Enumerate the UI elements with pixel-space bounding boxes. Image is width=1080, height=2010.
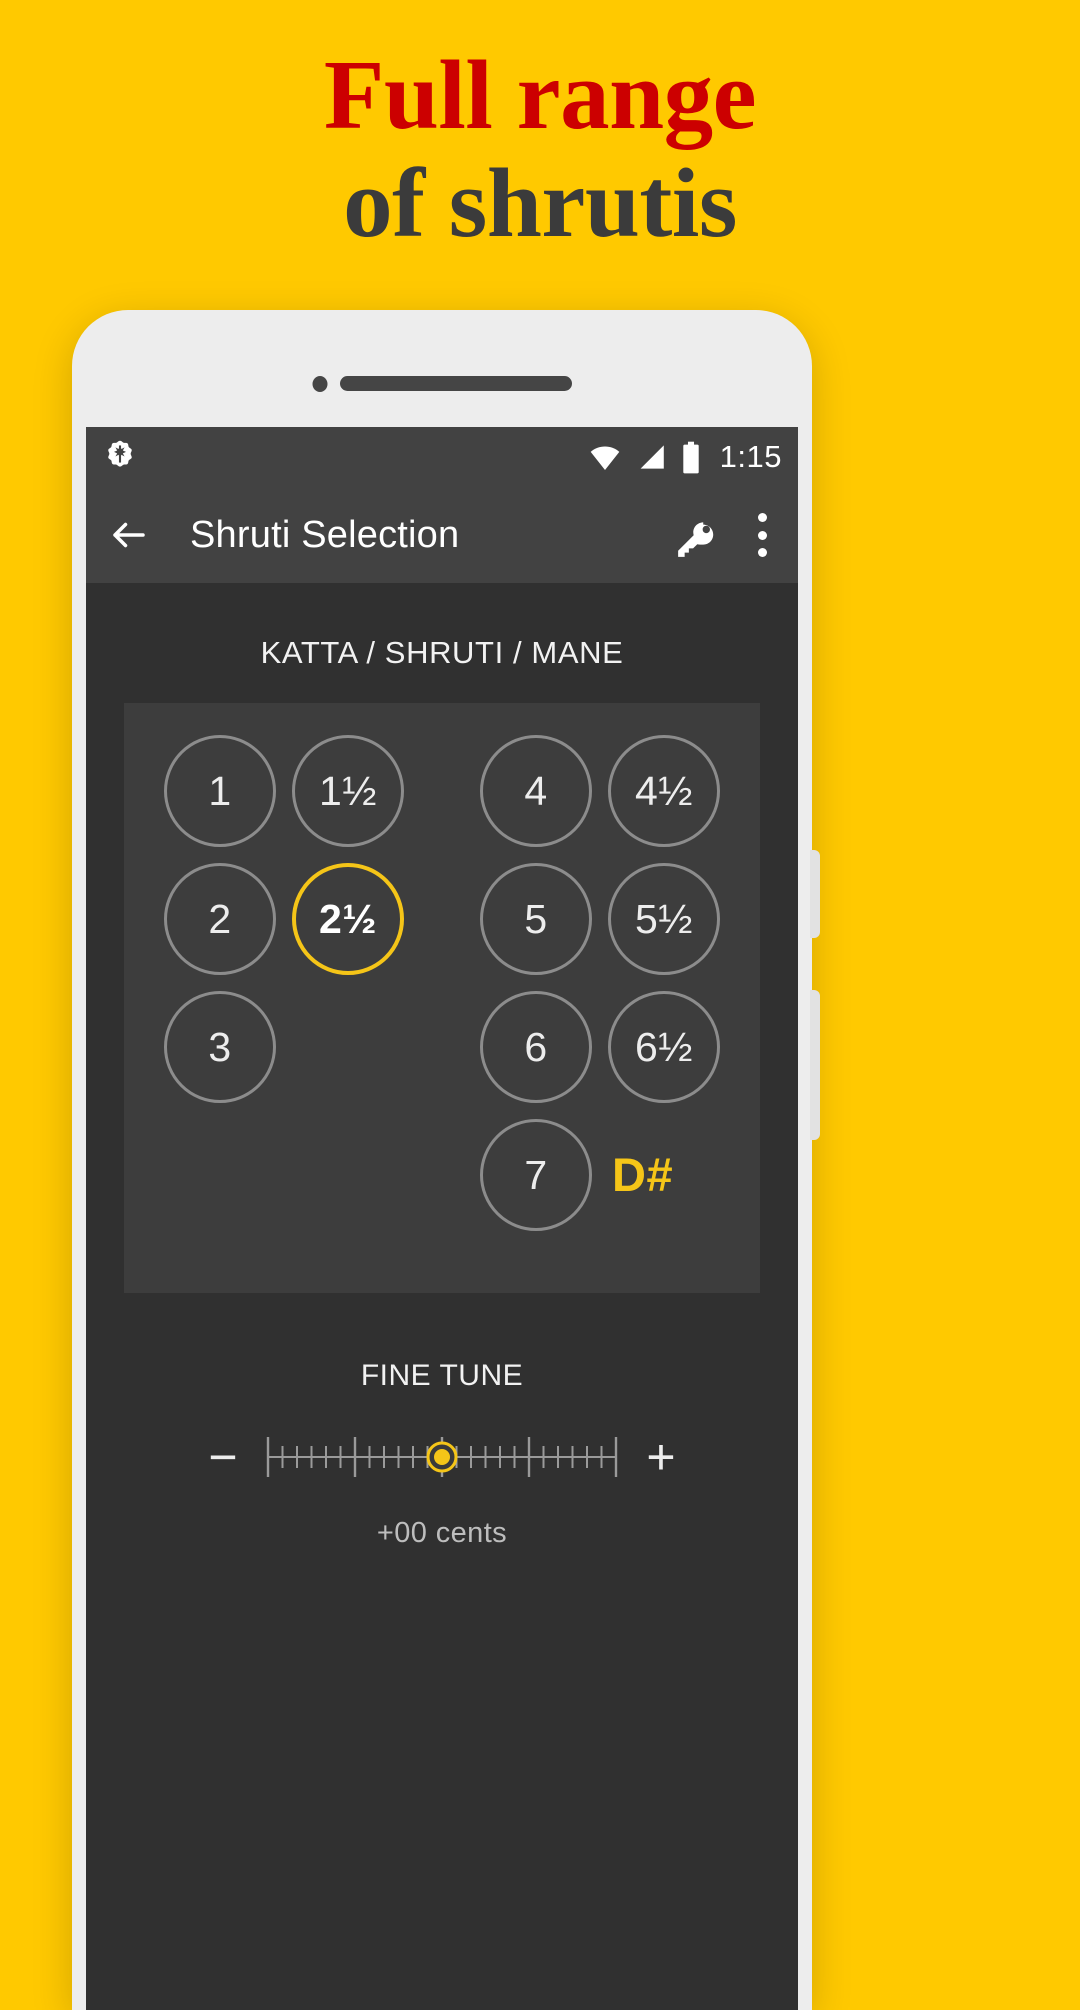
- volume-button[interactable]: [810, 990, 820, 1140]
- shruti-button-2-half[interactable]: 2½: [292, 863, 404, 975]
- fine-tune-decrease-button[interactable]: −: [184, 1432, 262, 1482]
- status-bar-right: 1:15: [588, 439, 782, 475]
- shruti-button-4[interactable]: 4: [480, 735, 592, 847]
- shruti-button-6[interactable]: 6: [480, 991, 592, 1103]
- promo-line-1: Full range: [323, 41, 757, 150]
- fine-tune-slider[interactable]: [262, 1427, 622, 1487]
- fine-tune-increase-button[interactable]: +: [622, 1432, 700, 1482]
- more-options-icon[interactable]: [756, 513, 768, 557]
- screen-content: KATTA / SHRUTI / MANE 1 1½ 4 4½ 2 2½ 5 5½ 3 6 6½ 7 D…: [86, 583, 798, 2010]
- promo-line-2: of shrutis: [343, 148, 737, 258]
- earpiece-speaker: [340, 376, 572, 391]
- settings-asterisk-icon: [102, 439, 138, 475]
- cell-signal-icon: [635, 442, 668, 472]
- battery-icon: [681, 441, 701, 474]
- page-title: Shruti Selection: [190, 513, 460, 556]
- shruti-button-4-half[interactable]: 4½: [608, 735, 720, 847]
- fine-tune-label: FINE TUNE: [360, 1359, 524, 1392]
- section-label: KATTA / SHRUTI / MANE: [260, 635, 624, 670]
- shruti-button-1[interactable]: 1: [164, 735, 276, 847]
- shruti-button-7[interactable]: 7: [480, 1119, 592, 1231]
- status-bar: 1:15: [86, 427, 798, 487]
- power-button[interactable]: [810, 850, 820, 938]
- status-bar-clock: 1:15: [719, 439, 782, 474]
- phone-mockup: 1:15 Shruti Selection KATTA / SHRUTI / M…: [72, 310, 820, 2010]
- note-label: D#: [612, 1148, 674, 1201]
- app-bar-actions: [672, 512, 776, 558]
- shruti-button-3[interactable]: 3: [164, 991, 276, 1103]
- shruti-grid: 1 1½ 4 4½ 2 2½ 5 5½ 3 6 6½ 7 D#: [124, 703, 760, 1293]
- shruti-button-5-half[interactable]: 5½: [608, 863, 720, 975]
- back-arrow-icon[interactable]: [108, 514, 150, 556]
- wifi-icon: [588, 442, 622, 472]
- app-bar: Shruti Selection: [86, 487, 798, 583]
- phone-screen: 1:15 Shruti Selection KATTA / SHRUTI / M…: [86, 427, 798, 2010]
- shruti-button-5[interactable]: 5: [480, 863, 592, 975]
- shruti-button-1-half[interactable]: 1½: [292, 735, 404, 847]
- shruti-button-6-half[interactable]: 6½: [608, 991, 720, 1103]
- fine-tune-value: +00 cents: [376, 1517, 508, 1549]
- key-icon[interactable]: [672, 512, 718, 558]
- shruti-button-2[interactable]: 2: [164, 863, 276, 975]
- fine-tune-control: − +: [86, 1427, 798, 1487]
- front-camera-icon: [312, 376, 328, 392]
- status-bar-left: [102, 439, 138, 475]
- promo-headline: Full range of shrutis: [0, 41, 1080, 258]
